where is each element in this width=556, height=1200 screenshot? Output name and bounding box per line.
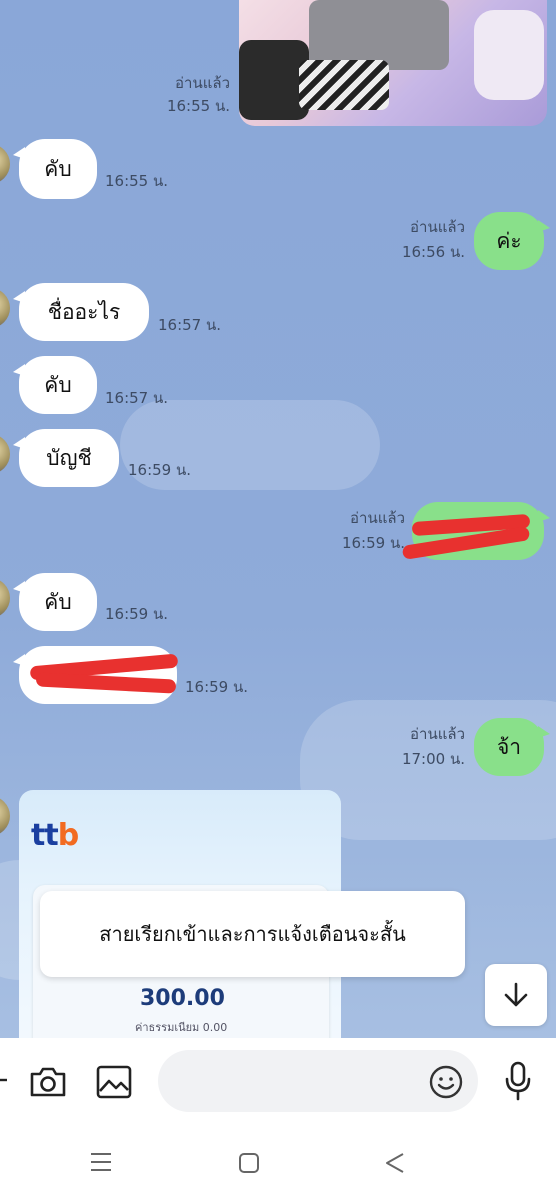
message-text: ค่ะ [496,228,522,253]
message-time: 16:55 น. [105,172,169,190]
scroll-to-bottom-button[interactable] [485,964,547,1026]
message-text: บัญชี [46,445,92,470]
incoming-message[interactable]: คับ [13,356,97,414]
read-receipt: อ่านแล้ว [410,218,465,236]
arrow-down-icon [504,982,528,1007]
incoming-message[interactable]: ชื่ออะไร [13,283,149,341]
message-text: คับ [44,156,72,181]
gallery-button[interactable] [92,1060,136,1104]
chat-area[interactable]: อ่านแล้ว 16:55 น. คับ 16:55 น. อ่านแล้ว … [0,0,556,1038]
incoming-message[interactable]: บัญชี [13,429,119,487]
incoming-message[interactable]: คับ [13,139,97,199]
toast-notification: สายเรียกเข้าและการแจ้งเตือนจะสั้น [40,891,465,977]
photo-detail [299,60,389,110]
message-time: 16:57 น. [105,389,169,407]
outgoing-message[interactable]: จ้า [474,718,550,776]
back-button[interactable] [378,1148,412,1178]
message-time: 16:59 น. [185,678,249,696]
incoming-message[interactable]: คับ [13,573,97,631]
read-receipt: อ่านแล้ว [175,74,230,92]
photo-detail [474,10,544,100]
voice-button[interactable] [496,1058,540,1104]
message-text: คับ [44,372,72,397]
message-text: คับ [44,589,72,614]
message-time: 16:55 น. [166,97,230,115]
photo-message[interactable] [239,0,547,126]
message-text: จ้า [496,734,522,759]
message-text: ชื่ออะไร [47,299,121,324]
emoji-button[interactable] [426,1062,466,1102]
toast-text: สายเรียกเข้าและการแจ้งเตือนจะสั้น [99,922,406,946]
bank-logo: ttb [31,818,79,853]
slip-amount: 300.00 [140,986,225,1011]
message-input-bar [0,1038,556,1124]
message-time: 16:57 น. [158,316,222,334]
message-time: 16:59 น. [341,534,405,552]
camera-icon [30,1067,66,1097]
message-time: 16:59 น. [105,605,169,623]
home-button[interactable] [232,1148,266,1178]
nav-menu-icon [91,1153,111,1171]
recent-apps-button[interactable] [84,1148,118,1176]
camera-button[interactable] [26,1060,70,1104]
nav-home-icon [239,1153,259,1173]
read-receipt: อ่านแล้ว [350,509,405,527]
image-icon [96,1065,132,1099]
avatar[interactable] [0,578,10,618]
message-time: 17:00 น. [401,750,465,768]
avatar[interactable] [0,434,10,474]
avatar[interactable] [0,144,10,184]
avatar[interactable] [0,288,10,328]
message-time: 16:59 น. [128,461,192,479]
avatar[interactable] [0,796,10,836]
nav-back-icon [386,1153,404,1173]
emoji-icon [429,1065,463,1099]
outgoing-message[interactable]: ค่ะ [474,212,550,270]
microphone-icon [505,1061,531,1101]
read-receipt: อ่านแล้ว [410,725,465,743]
system-navigation-bar [0,1124,556,1200]
plus-icon[interactable] [0,1068,8,1092]
slip-fee: ค่าธรรมเนียม 0.00 [135,1021,228,1034]
message-time: 16:56 น. [401,243,465,261]
